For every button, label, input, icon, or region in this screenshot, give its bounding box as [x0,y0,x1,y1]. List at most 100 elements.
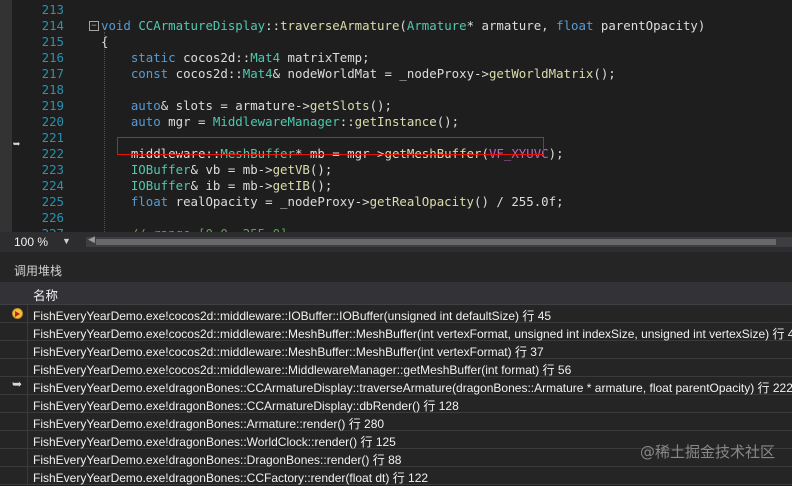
code-text: { [101,34,108,50]
line-number: 214 [41,18,64,33]
code-text: IOBuffer& ib = mb->getIB(); [101,178,332,194]
stack-frame-row[interactable]: FishEveryYearDemo.exe!cocos2d::middlewar… [0,323,792,341]
frame-text: FishEveryYearDemo.exe!cocos2d::middlewar… [33,309,552,323]
call-stack-panel: 调用堆栈 名称 FishEveryYearDemo.exe!cocos2d::m… [0,252,792,485]
stack-frame-row[interactable]: FishEveryYearDemo.exe!dragonBones::CCArm… [0,395,792,413]
line-number: 215 [41,34,64,49]
code-token: matrixTemp; [280,50,370,65]
code-token: ( [399,18,407,33]
code-token: & vb = mb-> [190,162,273,177]
code-text: const cocos2d::Mat4& nodeWorldMat = _nod… [101,66,616,82]
code-token: (); [369,98,392,113]
stack-frame-row[interactable]: FishEveryYearDemo.exe!cocos2d::middlewar… [0,305,792,323]
code-token: IOBuffer [130,178,191,193]
code-line[interactable]: 220 auto mgr = MiddlewareManager::getIns… [0,114,792,130]
code-token: getVB [272,162,310,177]
highlight-box [117,137,544,155]
code-token: IOBuffer [130,162,191,177]
code-token: { [101,34,109,49]
code-token: getInstance [354,114,437,129]
code-token: auto [130,98,161,113]
code-line[interactable]: 219 auto& slots = armature->getSlots(); [0,98,792,114]
code-token: (); [593,66,616,81]
code-line[interactable]: 218 [0,82,792,98]
code-token: getSlots [309,98,370,113]
code-token: ); [548,146,564,161]
code-token: getRealOpacity [369,194,475,209]
collapse-icon[interactable]: − [89,21,99,31]
frame-text: FishEveryYearDemo.exe!dragonBones::Drago… [33,453,402,467]
line-number: 223 [41,162,64,177]
stack-frame-row[interactable]: FishEveryYearDemo.exe!dragonBones::Armat… [0,413,792,431]
column-header-label: 名称 [33,289,59,303]
frame-text: FishEveryYearDemo.exe!dragonBones::Armat… [33,417,385,431]
line-number: 213 [41,2,64,17]
stack-frame-row[interactable]: ➥ FishEveryYearDemo.exe!dragonBones::CCAr… [0,377,792,395]
zoom-level[interactable]: 100 % [14,235,48,249]
column-header-name[interactable]: 名称 [0,282,792,305]
code-token: cocos2d:: [168,66,243,81]
code-line[interactable]: 225 float realOpacity = _nodeProxy->getR… [0,194,792,210]
panel-title: 调用堆栈 [14,264,63,278]
frame-text: FishEveryYearDemo.exe!cocos2d::middlewar… [33,363,572,377]
code-token: mgr = [160,114,213,129]
code-token: cocos2d:: [175,50,251,65]
frame-indicator-cell [0,413,28,431]
frame-indicator-cell [0,359,28,377]
code-token: float [130,194,169,209]
scroll-left-icon[interactable]: ◀ [88,234,95,245]
code-token: static [130,50,176,65]
line-number: 226 [41,210,64,225]
code-token: () / 255.0f; [474,194,564,209]
frame-text: FishEveryYearDemo.exe!cocos2d::middlewar… [33,327,792,341]
frame-text: FishEveryYearDemo.exe!dragonBones::CCArm… [33,399,459,413]
code-token: * armature, [466,18,557,33]
stack-frame-row[interactable]: FishEveryYearDemo.exe!cocos2d::middlewar… [0,341,792,359]
frame-text: FishEveryYearDemo.exe!dragonBones::CCArm… [33,381,792,395]
code-line[interactable]: 224 IOBuffer& ib = mb->getIB(); [0,178,792,194]
code-token: Mat4 [242,66,273,81]
code-token: void [101,18,131,33]
code-token: const [130,66,169,81]
stack-frame-row[interactable]: FishEveryYearDemo.exe!cocos2d::middlewar… [0,359,792,377]
code-token: (); [436,114,460,129]
line-number: 217 [41,66,64,81]
code-token: (); [309,162,333,177]
chevron-down-icon[interactable]: ▼ [62,236,71,246]
return-point-arrow-icon: ➥ [12,377,23,391]
code-token: CCArmatureDisplay [138,18,266,33]
code-line[interactable]: 214 − void CCArmatureDisplay::traverseArma… [0,18,792,34]
line-number: 225 [41,194,64,209]
frame-indicator-cell [0,341,28,359]
line-number: 218 [41,82,64,97]
code-token: getIB [272,178,310,193]
horizontal-scrollbar[interactable]: ◀ [86,234,792,247]
watermark: @稀土掘金技术社区 [640,443,776,461]
code-text: float realOpacity = _nodeProxy->getRealO… [101,194,564,210]
code-line[interactable]: 217 const cocos2d::Mat4& nodeWorldMat = … [0,66,792,82]
frame-text: FishEveryYearDemo.exe!dragonBones::World… [33,435,396,449]
code-token: parentOpacity) [593,18,706,33]
code-line[interactable]: 216 static cocos2d::Mat4 matrixTemp; [0,50,792,66]
code-token: :: [339,114,355,129]
code-editor[interactable]: 213 214 − void CCArmatureDisplay::traverseA… [0,0,792,232]
code-line[interactable]: 213 [0,2,792,18]
line-number: 220 [41,114,64,129]
code-line[interactable]: 226 [0,210,792,226]
line-number: 221 [41,130,64,145]
frame-indicator-cell [0,305,28,323]
code-token: realOpacity = _nodeProxy-> [168,194,370,209]
code-token: auto [130,114,161,129]
code-token: traverseArmature [280,18,400,33]
code-line[interactable]: 215 { [0,34,792,50]
code-token: :: [265,18,281,33]
code-line[interactable]: 223 IOBuffer& vb = mb->getVB(); [0,162,792,178]
scrollbar-thumb[interactable] [96,239,776,245]
line-number: 219 [41,98,64,113]
code-token: & nodeWorldMat = _nodeProxy-> [272,66,489,81]
